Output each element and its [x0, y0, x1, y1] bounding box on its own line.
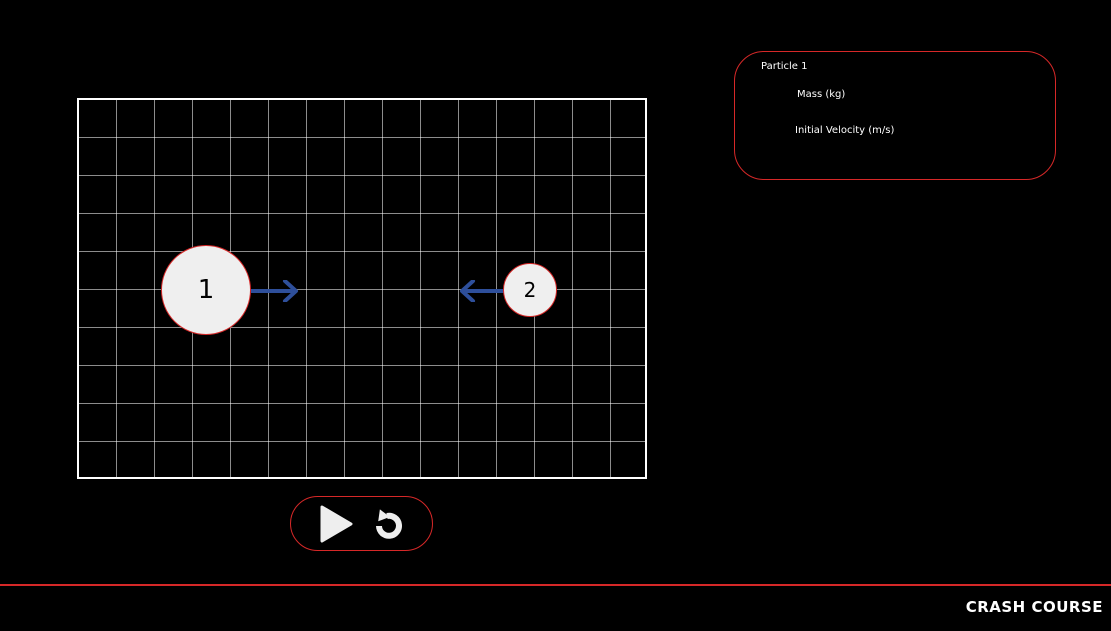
footer-divider	[0, 584, 1111, 586]
particle-2-label: 2	[523, 278, 537, 302]
play-button[interactable]	[316, 504, 356, 544]
play-icon	[320, 505, 352, 542]
playback-controls	[290, 496, 433, 551]
reset-button[interactable]	[368, 504, 408, 544]
simulation-grid[interactable]: 1 2	[77, 98, 647, 479]
initial-velocity-label: Initial Velocity (m/s)	[795, 125, 895, 136]
reset-icon	[375, 508, 402, 539]
particle-2[interactable]: 2	[503, 263, 557, 317]
particle-1-label: 1	[197, 275, 215, 305]
velocity-arrow-left-icon[interactable]	[457, 280, 507, 302]
brand-title: CRASH COURSE	[965, 598, 1103, 616]
panel-title: Particle 1	[761, 61, 808, 72]
particle-settings-panel: Particle 1 Mass (kg) Initial Velocity (m…	[734, 51, 1056, 180]
particle-1[interactable]: 1	[161, 245, 251, 335]
mass-label: Mass (kg)	[797, 89, 846, 100]
velocity-arrow-right-icon[interactable]	[251, 280, 301, 302]
